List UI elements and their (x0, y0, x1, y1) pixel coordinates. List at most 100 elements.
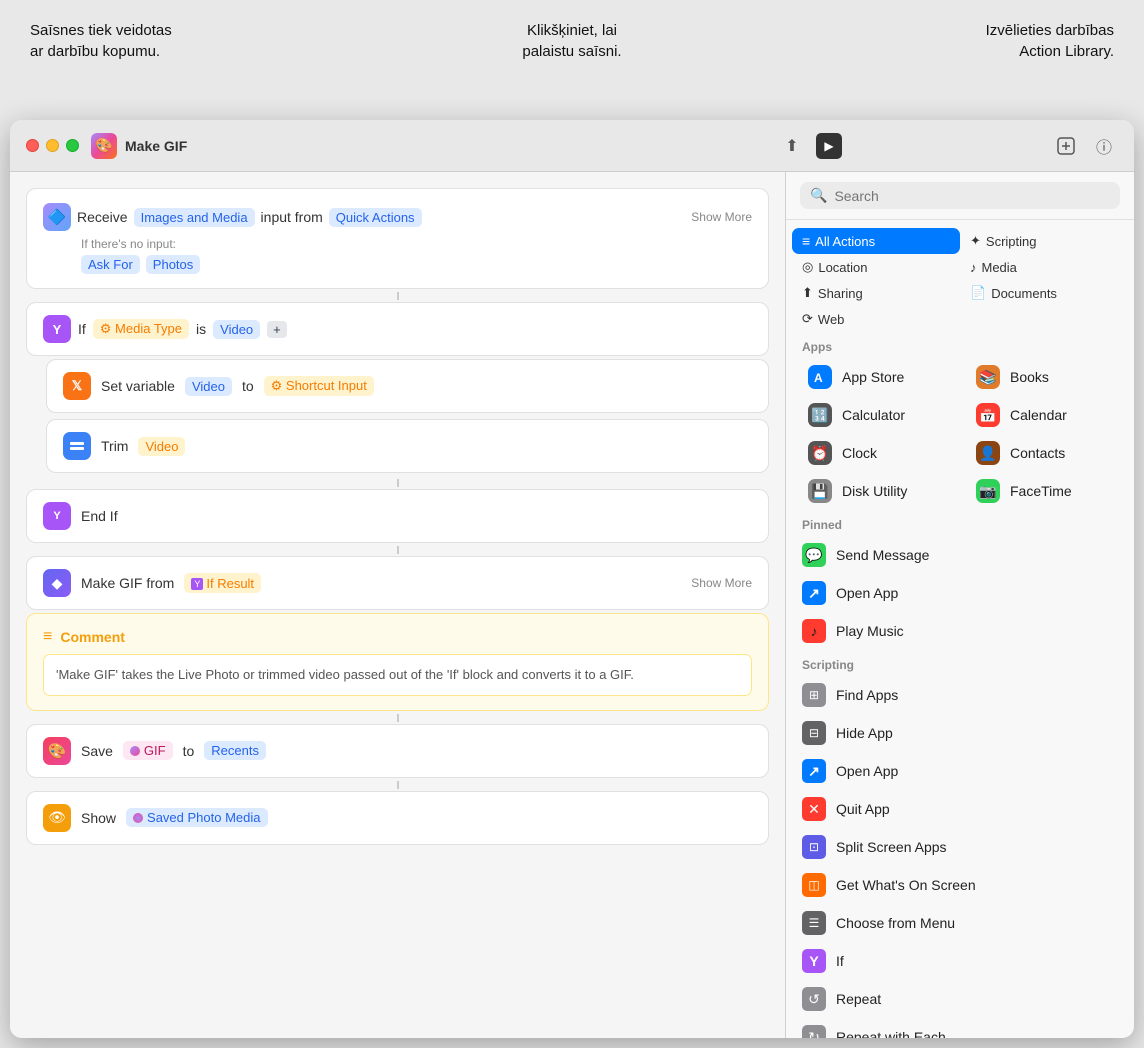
media-icon: ♪ (970, 260, 977, 275)
divider-4 (26, 714, 769, 722)
repeat-label: Repeat (836, 991, 881, 1007)
documents-icon: 📄 (970, 285, 986, 301)
media-type-badge[interactable]: ⚙ Media Type (93, 319, 189, 339)
tab-documents[interactable]: 📄 Documents (960, 280, 1128, 306)
comment-icon: ≡ (43, 628, 52, 646)
open-app-scripting-item[interactable]: ↗ Open App (786, 752, 1134, 790)
editor-panel[interactable]: 🔷 Receive Images and Media input from Qu… (10, 172, 786, 1038)
window-title: Make GIF (125, 138, 187, 154)
action-library: 🔍 ≡ All Actions ✦ Scripting ◎ (786, 172, 1134, 1038)
set-var-input[interactable]: ⚙ Shortcut Input (264, 376, 374, 396)
trim-variable[interactable]: Video (138, 437, 185, 456)
set-var-variable[interactable]: Video (185, 377, 232, 396)
calendar-item[interactable]: 📅 Calendar (960, 396, 1128, 434)
comment-text: 'Make GIF' takes the Live Photo or trimm… (43, 654, 752, 696)
tab-location[interactable]: ◎ Location (792, 254, 960, 280)
pinned-section-label: Pinned (786, 510, 1134, 536)
receive-show-more[interactable]: Show More (691, 210, 752, 224)
photos-badge[interactable]: Photos (146, 255, 200, 274)
scripting-label: Scripting (986, 234, 1037, 249)
find-apps-label: Find Apps (836, 687, 898, 703)
search-input[interactable] (834, 188, 1110, 204)
all-actions-label: All Actions (815, 234, 875, 249)
send-message-item[interactable]: 💬 Send Message (786, 536, 1134, 574)
make-gif-label: Make GIF from (81, 575, 174, 591)
close-button[interactable] (26, 139, 39, 152)
trim-icon (63, 432, 91, 460)
documents-label: Documents (991, 286, 1057, 301)
repeat-item[interactable]: ↺ Repeat (786, 980, 1134, 1018)
add-to-library-button[interactable] (1052, 132, 1080, 160)
make-gif-show-more[interactable]: Show More (691, 576, 752, 590)
tab-scripting[interactable]: ✦ Scripting (960, 228, 1128, 254)
no-input-label: If there's no input: (81, 237, 752, 251)
share-button[interactable]: ⬆ (778, 132, 806, 160)
divider-5 (26, 781, 769, 789)
facetime-icon: 📷 (976, 479, 1000, 503)
tab-media[interactable]: ♪ Media (960, 254, 1128, 280)
repeat-each-item[interactable]: ↻ Repeat with Each (786, 1018, 1134, 1038)
all-actions-icon: ≡ (802, 233, 810, 249)
titlebar-actions: ⬆ ▶ ⓘ (778, 132, 1118, 160)
if-icon: Y (43, 315, 71, 343)
sharing-label: Sharing (818, 286, 863, 301)
if-plus[interactable]: + (267, 321, 287, 338)
split-screen-item[interactable]: ⊡ Split Screen Apps (786, 828, 1134, 866)
calculator-item[interactable]: 🔢 Calculator (792, 396, 960, 434)
calendar-label: Calendar (1010, 407, 1067, 423)
quit-app-item[interactable]: ✕ Quit App (786, 790, 1134, 828)
facetime-label: FaceTime (1010, 483, 1072, 499)
choose-menu-item[interactable]: ☰ Choose from Menu (786, 904, 1134, 942)
receive-block: 🔷 Receive Images and Media input from Qu… (26, 188, 769, 289)
books-item[interactable]: 📚 Books (960, 358, 1128, 396)
video-badge[interactable]: Video (213, 320, 260, 339)
media-label: Media (982, 260, 1017, 275)
repeat-each-icon: ↻ (802, 1025, 826, 1038)
disk-utility-item[interactable]: 💾 Disk Utility (792, 472, 960, 510)
play-music-item[interactable]: ♪ Play Music (786, 612, 1134, 650)
open-app-scripting-label: Open App (836, 763, 898, 779)
receive-input-type[interactable]: Images and Media (134, 208, 255, 227)
show-label: Show (81, 810, 116, 826)
info-button[interactable]: ⓘ (1090, 132, 1118, 160)
if-label: If (78, 321, 86, 337)
web-label: Web (818, 312, 845, 327)
show-item[interactable]: Saved Photo Media (126, 808, 267, 827)
make-gif-source[interactable]: Y If Result (184, 573, 261, 594)
tab-all-actions[interactable]: ≡ All Actions (792, 228, 960, 254)
ask-for-badge[interactable]: Ask For (81, 255, 140, 274)
save-label: Save (81, 743, 113, 759)
books-icon: 📚 (976, 365, 1000, 389)
get-screen-item[interactable]: ◫ Get What's On Screen (786, 866, 1134, 904)
save-item[interactable]: GIF (123, 741, 173, 760)
if-scripting-item[interactable]: Y If (786, 942, 1134, 980)
tab-web[interactable]: ⟳ Web (792, 306, 960, 332)
tab-sharing[interactable]: ⬆ Sharing (792, 280, 960, 306)
facetime-item[interactable]: 📷 FaceTime (960, 472, 1128, 510)
save-destination[interactable]: Recents (204, 741, 266, 760)
clock-item[interactable]: ⏰ Clock (792, 434, 960, 472)
save-icon: 🎨 (43, 737, 71, 765)
comment-label: Comment (60, 629, 125, 645)
hide-app-item[interactable]: ⊟ Hide App (786, 714, 1134, 752)
end-if-block: Y End If (26, 489, 769, 543)
contacts-item[interactable]: 👤 Contacts (960, 434, 1128, 472)
open-app-pinned-item[interactable]: ↗ Open App (786, 574, 1134, 612)
library-scroll[interactable]: ≡ All Actions ✦ Scripting ◎ Location ♪ M… (786, 220, 1134, 1038)
split-screen-icon: ⊡ (802, 835, 826, 859)
play-music-label: Play Music (836, 623, 904, 639)
disk-utility-icon: 💾 (808, 479, 832, 503)
receive-label: Receive (77, 209, 128, 225)
find-apps-item[interactable]: ⊞ Find Apps (786, 676, 1134, 714)
app-store-item[interactable]: A App Store (792, 358, 960, 396)
contacts-label: Contacts (1010, 445, 1065, 461)
split-screen-label: Split Screen Apps (836, 839, 947, 855)
search-icon: 🔍 (810, 187, 827, 204)
minimize-button[interactable] (46, 139, 59, 152)
maximize-button[interactable] (66, 139, 79, 152)
search-bar: 🔍 (800, 182, 1120, 209)
play-button[interactable]: ▶ (816, 133, 842, 159)
quit-app-label: Quit App (836, 801, 890, 817)
receive-source[interactable]: Quick Actions (329, 208, 422, 227)
scripting-section-label: Scripting (786, 650, 1134, 676)
